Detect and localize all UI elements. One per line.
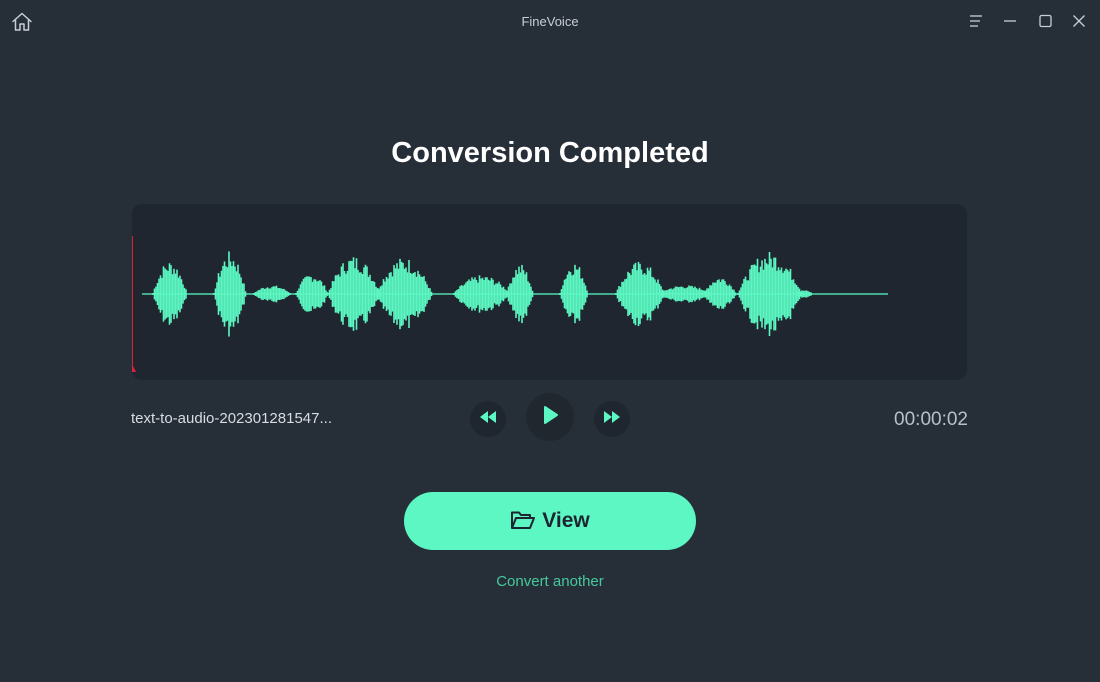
menu-icon[interactable] [966, 11, 986, 31]
maximize-icon[interactable] [1035, 11, 1055, 31]
view-button-label: View [542, 509, 590, 532]
waveform-graphic [132, 236, 888, 372]
convert-another-link[interactable]: Convert another [0, 573, 1100, 590]
duration-label: 00:00:02 [894, 409, 968, 430]
title-bar: FineVoice [0, 0, 1100, 44]
folder-open-icon [510, 509, 536, 534]
file-name-label: text-to-audio-202301281547... [131, 410, 332, 427]
view-button[interactable]: View [404, 492, 696, 550]
close-icon[interactable] [1069, 11, 1089, 31]
play-button[interactable] [526, 393, 574, 441]
rewind-icon [479, 410, 497, 429]
page-title: Conversion Completed [391, 137, 709, 169]
rewind-button[interactable] [470, 401, 506, 437]
fast-forward-icon [603, 410, 621, 429]
window-title: FineVoice [521, 14, 579, 29]
play-icon [541, 405, 559, 430]
playhead-marker[interactable] [132, 364, 136, 372]
app-window: FineVoice Conversion Completed text-to-a… [0, 0, 1100, 682]
fast-forward-button[interactable] [594, 401, 630, 437]
minimize-icon[interactable] [1000, 11, 1020, 31]
waveform-panel[interactable] [132, 204, 967, 380]
